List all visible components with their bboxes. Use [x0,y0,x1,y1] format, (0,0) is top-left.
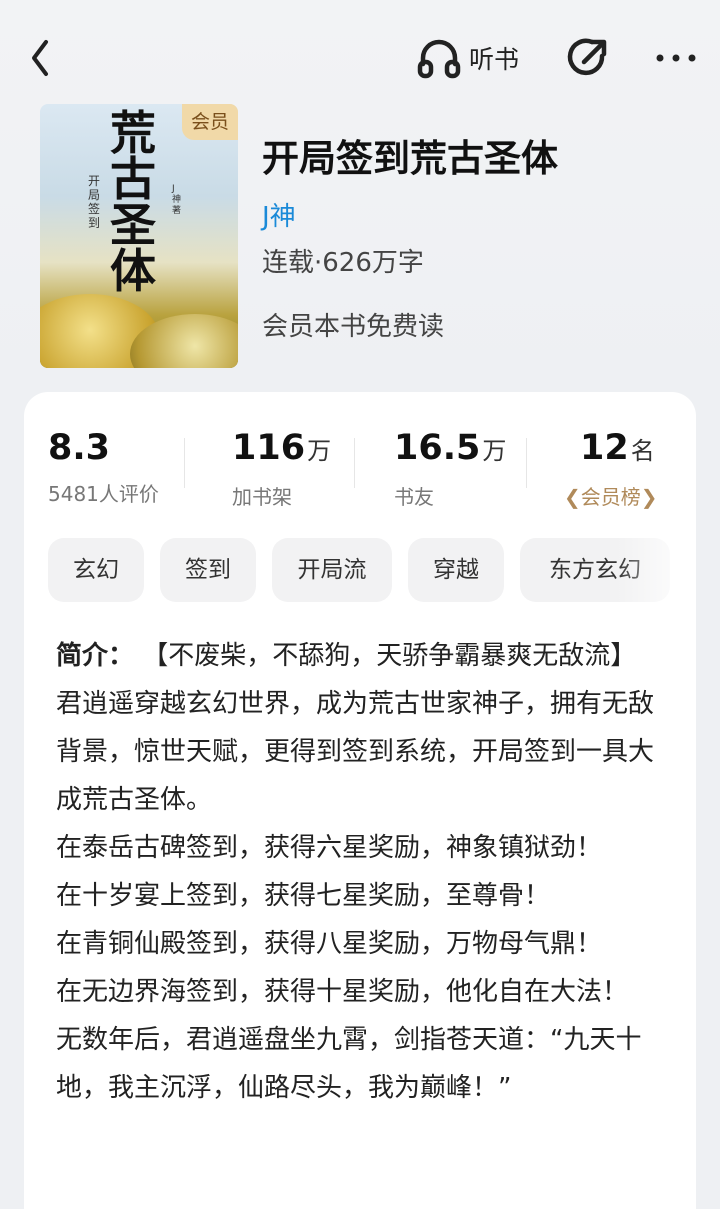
vip-badge: 会员 [182,104,238,140]
book-cover[interactable]: 荒古圣体 开局签到 J神著 会员 [40,104,238,368]
back-arrow-icon [32,40,48,76]
rating-value: 8.3 [48,428,111,468]
intro-paragraph: 在十岁宴上签到，获得七星奖励，至尊骨！ [56,881,551,911]
rank-unit: 名 [630,437,655,465]
listen-label: 听书 [469,45,520,74]
bookshelf-stat: 116万 加书架 [232,428,331,510]
listen-button[interactable]: 听书 [415,34,519,82]
readers-value: 16.5 [394,428,481,468]
intro-paragraph: 君逍遥穿越玄幻世界，成为荒古世家神子，拥有无敌背景，惊世天赋，更得到签到系统，开… [56,689,655,815]
intro-paragraph: 在无边界海签到，获得十星奖励，他化自在大法！ [56,977,629,1007]
more-button[interactable] [654,40,698,76]
tag-chip[interactable]: 签到 [160,538,256,602]
tag-chip[interactable]: 玄幻 [48,538,144,602]
book-author-link[interactable]: J神 [262,196,296,233]
readers-stat[interactable]: 16.5万 书友 [394,428,506,510]
divider [184,438,185,488]
bookshelf-value: 116 [232,428,306,468]
rank-stat[interactable]: 12名 ❮会员榜❯ [564,428,658,510]
book-intro[interactable]: 简介： 【不废柴，不舔狗，天骄争霸暴爽无敌流】 君逍遥穿越玄幻世界，成为荒古世家… [56,632,666,1112]
vip-promo-text: 会员本书免费读 [262,312,445,342]
share-button[interactable] [566,36,610,80]
rank-value: 12 [580,428,629,468]
laurel-right-icon: ❯ [640,485,658,509]
cover-subtitle: 开局签到 [88,174,101,230]
rating-label: 5481人评价 [48,482,159,506]
readers-label: 书友 [394,485,434,509]
tags-fade [616,538,696,602]
tag-list: 玄幻 签到 开局流 穿越 东方玄幻 [48,538,696,602]
share-icon [567,38,607,76]
cover-title: 荒古圣体 [110,106,156,298]
bookshelf-label: 加书架 [232,485,292,509]
intro-label: 简介： [56,641,135,671]
divider [526,438,527,488]
bookshelf-unit: 万 [307,437,332,465]
divider [354,438,355,488]
tag-chip[interactable]: 穿越 [408,538,504,602]
intro-paragraph: 在青铜仙殿签到，获得八星奖励，万物母气鼎！ [56,929,603,959]
book-meta: 连载·626万字 [262,248,424,278]
headphones-icon [417,39,461,79]
more-icon [656,54,696,62]
intro-paragraph: 在泰岳古碑签到，获得六星奖励，神象镇狱劲！ [56,833,603,863]
readers-unit: 万 [482,437,507,465]
intro-lead: 【不废柴，不舔狗，天骄争霸暴爽无敌流】 [142,641,637,671]
back-button[interactable] [22,36,62,80]
detail-card: 8.3 5481人评价 116万 加书架 16.5万 书友 12名 ❮会员榜❯ … [24,392,696,1209]
rank-label: 会员榜 [580,485,641,509]
cover-author: J神著 [172,184,182,216]
rating-stat[interactable]: 8.3 5481人评价 [48,428,159,507]
tag-chip[interactable]: 开局流 [272,538,392,602]
intro-paragraph: 无数年后，君逍遥盘坐九霄，剑指苍天道：“九天十地，我主沉浮，仙路尽头，我为巅峰！… [56,1025,642,1103]
stats-row: 8.3 5481人评价 116万 加书架 16.5万 书友 12名 ❮会员榜❯ [24,392,696,520]
book-title: 开局签到荒古圣体 [262,137,558,180]
laurel-left-icon: ❮ [564,485,581,509]
top-bar: 听书 [0,0,720,115]
